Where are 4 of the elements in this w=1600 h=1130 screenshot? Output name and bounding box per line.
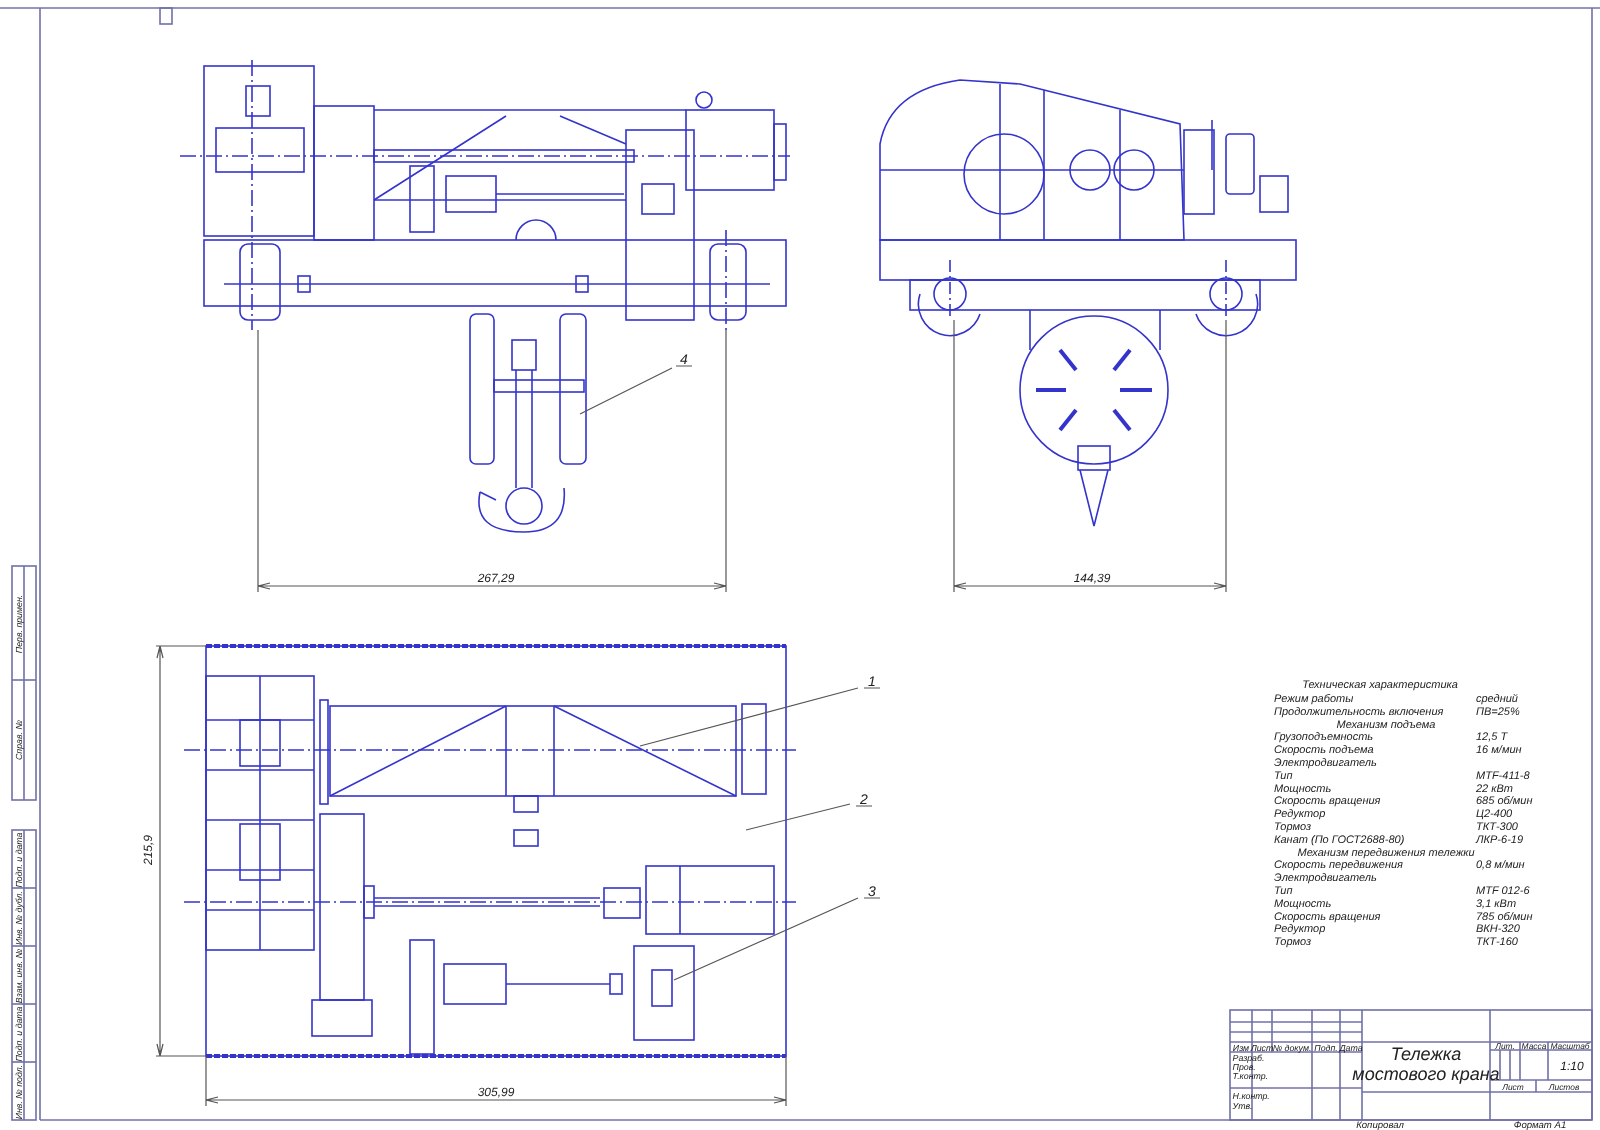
drawing-title: Тележка xyxy=(1390,1044,1462,1064)
leader-line xyxy=(745,803,873,831)
drawing-title: мостового крана xyxy=(1352,1064,1500,1084)
leader-line xyxy=(579,365,693,415)
